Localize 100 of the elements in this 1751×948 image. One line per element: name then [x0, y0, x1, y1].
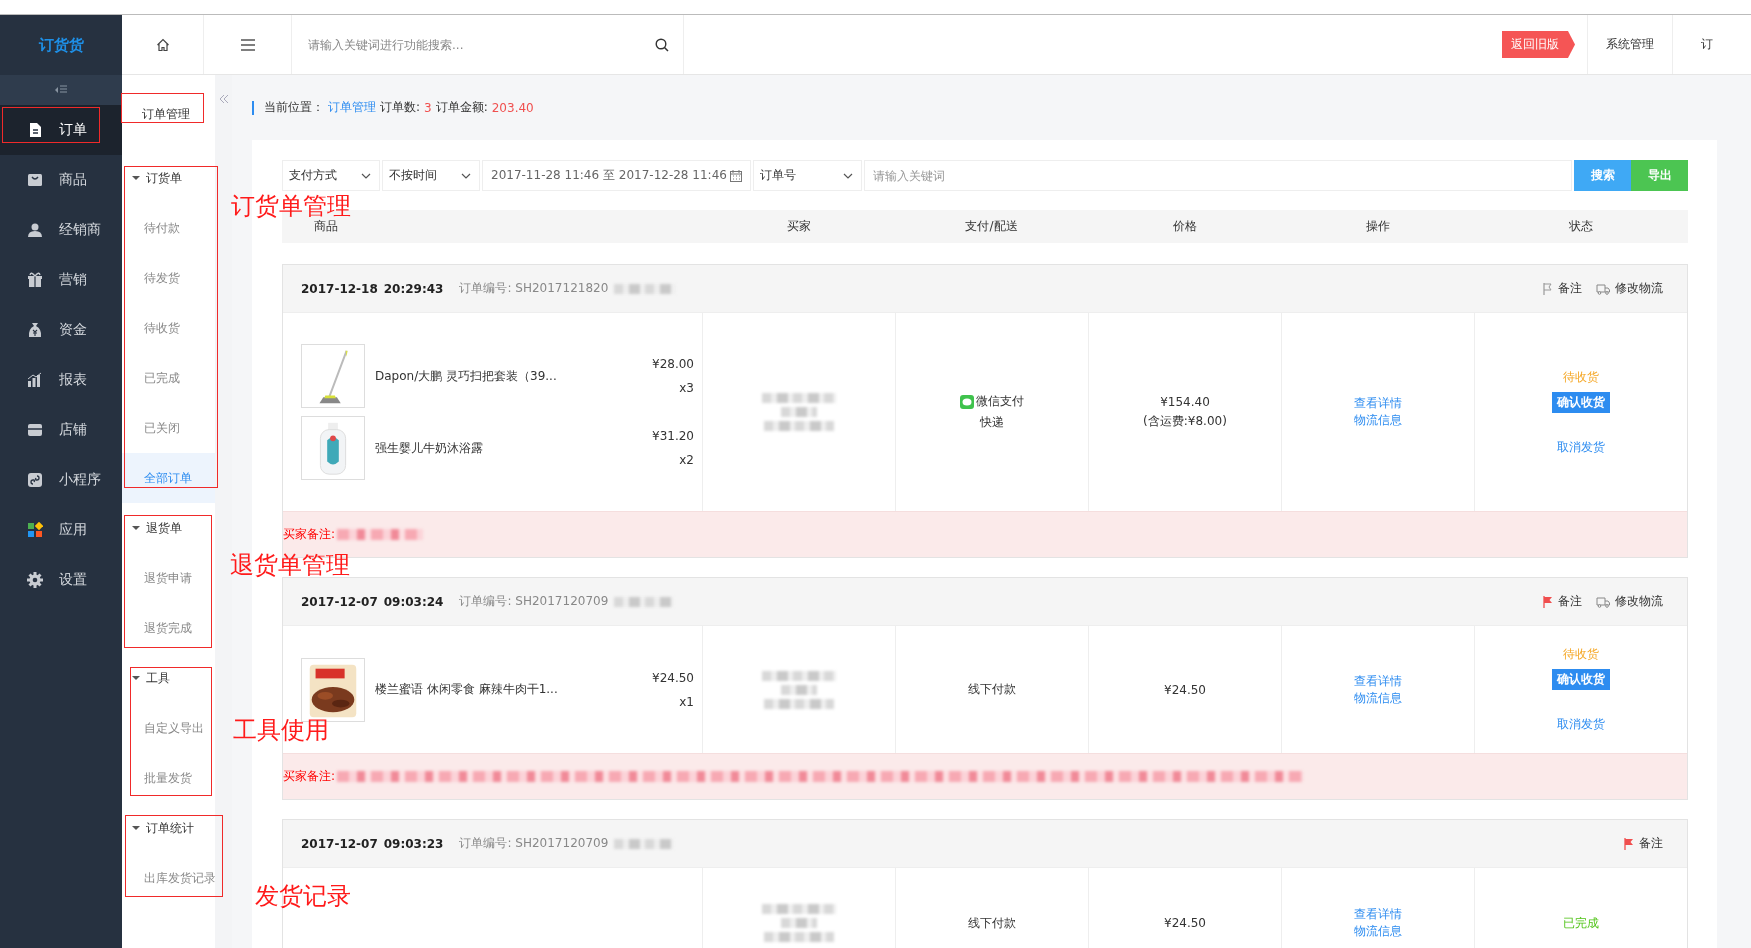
order-date: 2017-12-07 [301, 594, 378, 609]
store-icon [27, 422, 43, 438]
subnav-item[interactable]: 批量发货 [144, 769, 192, 787]
bar-chart-icon [27, 372, 43, 388]
subnav-item[interactable]: 退货完成 [144, 619, 192, 637]
logistics-action[interactable]: 修改物流 [1596, 280, 1663, 297]
time-select[interactable]: 不按时间 [382, 160, 480, 191]
product-name[interactable]: 楼兰蜜语 休闲零食 麻辣牛肉干1... [375, 681, 642, 698]
order-number: 订单编号: SH2017121820 [459, 280, 609, 297]
order-number: 订单编号: SH2017120709 [459, 835, 609, 852]
chat-icon [960, 394, 974, 409]
nav-item[interactable]: 资金 [0, 305, 122, 355]
logistics-link[interactable]: 物流信息 [1354, 412, 1402, 429]
header-tab[interactable]: 系统管理 [1587, 15, 1672, 74]
breadcrumb-label: 当前位置： [264, 99, 324, 116]
order-time: 09:03:24 [383, 594, 444, 609]
product-name[interactable]: 强生婴儿牛奶沐浴露 [375, 439, 642, 457]
order-status: 已完成 [1563, 914, 1599, 932]
caret-down-icon [132, 824, 140, 832]
subnav-item[interactable]: 已完成 [144, 369, 180, 387]
blurred-text [614, 596, 675, 607]
blurred-text [764, 421, 834, 431]
product-quantity: x3 [679, 381, 694, 395]
nav-item[interactable]: 营销 [0, 255, 122, 305]
column-header: 买家 [786, 218, 811, 235]
details-link[interactable]: 查看详情 [1354, 395, 1402, 412]
nav-item[interactable]: 订单 [0, 105, 122, 155]
logistics-link[interactable]: 物流信息 [1354, 923, 1402, 940]
menu-icon[interactable] [240, 38, 255, 51]
logo: 订货货 [38, 35, 84, 55]
count-label: 订单数: [380, 99, 421, 116]
date-range-field[interactable]: 2017-11-28 11:46 至 2017-12-28 11:46 [482, 160, 751, 191]
header-tab[interactable]: 订 [1701, 36, 1713, 53]
order-amount: 203.40 [491, 100, 534, 115]
truck-icon [1596, 282, 1610, 295]
logistics-action[interactable]: 修改物流 [1596, 593, 1663, 610]
nav-group[interactable]: 订货单 [122, 153, 215, 203]
order-price: ¥24.50 [1164, 682, 1206, 697]
details-link[interactable]: 查看详情 [1354, 906, 1402, 923]
nav-item[interactable]: 设置 [0, 555, 122, 605]
payment-select[interactable]: 支付方式 [282, 160, 380, 191]
nav-item[interactable]: 应用 [0, 505, 122, 555]
payment-method: 线下付款 [968, 681, 1016, 698]
home-icon[interactable] [155, 37, 170, 52]
subnav-item[interactable]: 待收货 [144, 319, 180, 337]
subnav-item[interactable]: 待发货 [144, 269, 180, 287]
subnav-item[interactable]: 已关闭 [144, 419, 180, 437]
gift-icon [27, 272, 43, 288]
details-link[interactable]: 查看详情 [1354, 672, 1402, 690]
blurred-text [614, 283, 677, 294]
order-time: 09:03:23 [383, 836, 444, 851]
link-icon [27, 472, 43, 488]
order-price: ¥154.40 [1160, 394, 1210, 409]
keyword-field[interactable]: 请输入关键词 [863, 160, 1572, 191]
annotation-text: 退货单管理 [230, 553, 350, 577]
order-count: 3 [424, 100, 432, 115]
truck-icon [1596, 595, 1610, 608]
note-action[interactable]: 备注 [1543, 280, 1582, 297]
nav-group[interactable]: 订单统计 [122, 803, 215, 853]
order-status: 待收货 [1563, 368, 1599, 386]
blurred-text [614, 838, 675, 849]
remark-label: 买家备注: [283, 768, 336, 785]
apps-icon [27, 522, 43, 538]
cancel-link[interactable]: 取消发货 [1557, 716, 1605, 733]
payment-method: 线下付款 [968, 914, 1016, 932]
subnav-item[interactable]: 自定义导出 [144, 719, 204, 737]
note-action[interactable]: 备注 [1543, 593, 1582, 610]
product-price: ¥24.50 [652, 670, 694, 685]
nav-item[interactable]: 店铺 [0, 405, 122, 455]
product-price: ¥31.20 [652, 429, 694, 443]
bag-icon [27, 172, 43, 188]
logistics-link[interactable]: 物流信息 [1354, 689, 1402, 707]
subnav-item[interactable]: 待付款 [144, 219, 180, 237]
subnav-item[interactable]: 退货申请 [144, 569, 192, 587]
nav-item[interactable]: 商品 [0, 155, 122, 205]
subnav-item[interactable]: 出库发货记录 [144, 869, 216, 887]
blurred-text [781, 918, 817, 928]
chevron-down-icon [361, 171, 371, 180]
nav-item[interactable]: 小程序 [0, 455, 122, 505]
note-action[interactable]: 备注 [1624, 835, 1663, 852]
calendar-icon [729, 169, 742, 182]
nav-group[interactable]: 工具 [122, 653, 215, 703]
blurred-text [781, 407, 817, 417]
column-header: 商品 [313, 218, 338, 235]
field-select[interactable]: 订单号 [752, 160, 862, 191]
nav-group[interactable]: 退货单 [122, 503, 215, 553]
product-quantity: x2 [679, 453, 694, 467]
blurred-text [781, 684, 817, 695]
caret-down-icon [132, 674, 140, 682]
nav-item[interactable]: 经销商 [0, 205, 122, 255]
cancel-link[interactable]: 取消发货 [1557, 438, 1605, 456]
nav-item[interactable]: 报表 [0, 355, 122, 405]
product-price: ¥28.00 [652, 357, 694, 371]
settings-icon [27, 572, 43, 588]
panel-title: 订单管理 [142, 105, 190, 123]
product-name[interactable]: Dapon/大鹏 灵巧扫把套装（39... [375, 367, 642, 385]
blurred-text [764, 932, 834, 942]
search-icon[interactable] [655, 37, 669, 52]
caret-down-icon [132, 174, 140, 182]
column-header: 操作 [1365, 218, 1390, 235]
